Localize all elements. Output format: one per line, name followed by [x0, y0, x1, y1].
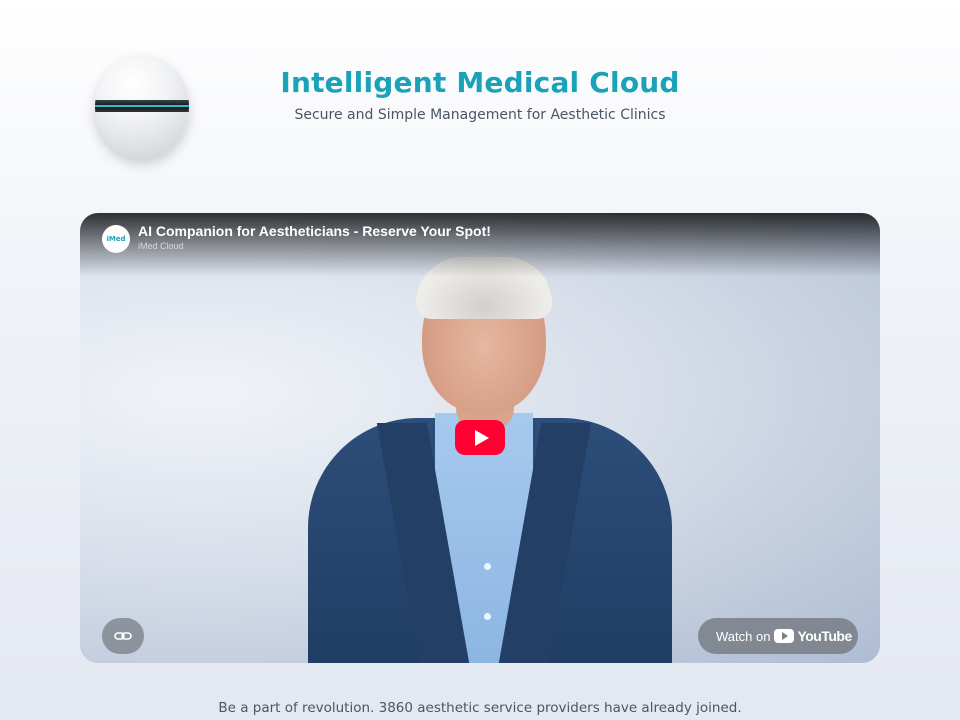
youtube-icon: [774, 629, 795, 643]
watch-on-youtube-button[interactable]: Watch on YouTube: [698, 618, 858, 654]
link-icon: [114, 632, 132, 640]
channel-name[interactable]: iMed Cloud: [138, 241, 184, 251]
shirt-button: [484, 613, 491, 620]
copy-link-button[interactable]: [102, 618, 144, 654]
presenter-image: [308, 257, 672, 663]
watch-on-label: Watch on: [716, 628, 771, 644]
video-embed[interactable]: iMed AI Companion for Aestheticians - Re…: [80, 213, 880, 663]
video-title[interactable]: AI Companion for Aestheticians - Reserve…: [138, 223, 491, 239]
footer-join-count: Be a part of revolution. 3860 aesthetic …: [218, 700, 742, 716]
channel-avatar[interactable]: iMed: [102, 225, 130, 253]
video-top-bar: iMed AI Companion for Aestheticians - Re…: [80, 213, 880, 277]
shirt-button: [484, 563, 491, 570]
channel-avatar-text: iMed: [106, 235, 126, 243]
page-title: Intelligent Medical Cloud: [280, 66, 680, 99]
play-button[interactable]: [455, 420, 505, 455]
play-icon: [474, 429, 489, 446]
page-subtitle: Secure and Simple Management for Aesthet…: [294, 107, 666, 123]
youtube-wordmark: YouTube: [797, 628, 852, 644]
